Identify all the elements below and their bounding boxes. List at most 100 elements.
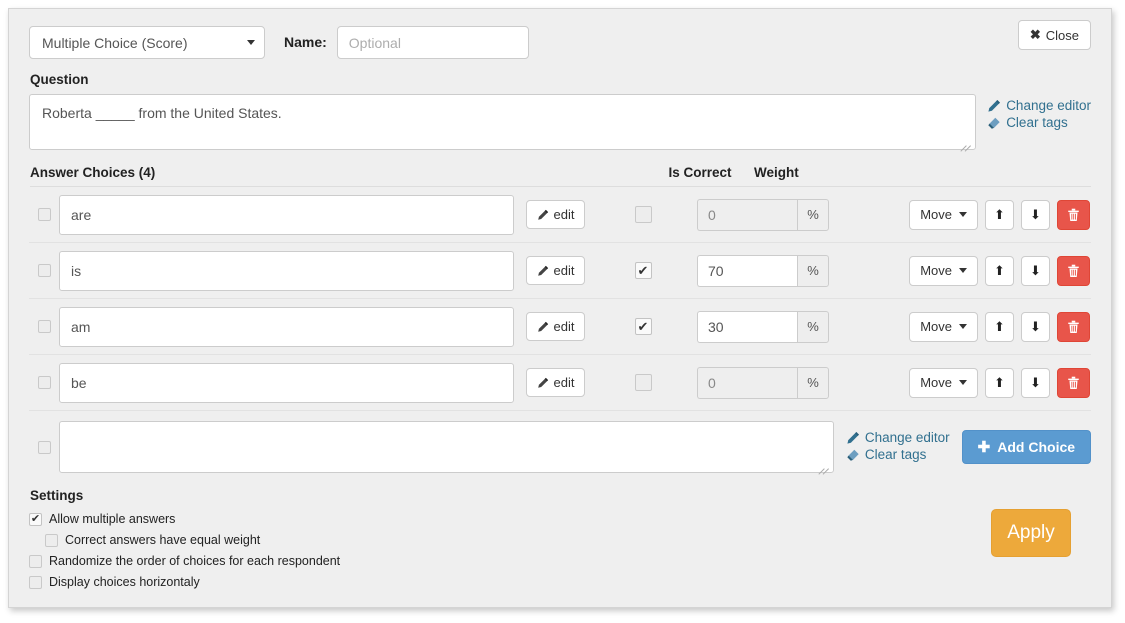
- chevron-down-icon: [959, 212, 967, 217]
- move-up-button[interactable]: ⬆: [985, 367, 1014, 398]
- delete-choice-button[interactable]: [1057, 199, 1090, 230]
- row-actions: Move ⬆ ⬇: [909, 199, 1091, 230]
- add-choice-change-editor-link[interactable]: Change editor: [846, 430, 950, 445]
- setting-checkbox[interactable]: [45, 533, 58, 547]
- answer-text-input[interactable]: [59, 250, 514, 291]
- new-choice-textarea[interactable]: [59, 421, 834, 473]
- arrow-down-icon: ⬇: [1030, 206, 1041, 222]
- move-down-button[interactable]: ⬇: [1021, 255, 1050, 286]
- chevron-down-icon: [959, 324, 967, 329]
- name-input[interactable]: [336, 26, 529, 59]
- question-change-editor-link[interactable]: Change editor: [987, 98, 1091, 113]
- setting-checkbox[interactable]: [29, 554, 42, 568]
- is-correct-cell: [597, 374, 689, 391]
- pencil-icon: [537, 265, 548, 276]
- setting-checkbox[interactable]: ✔: [29, 512, 42, 526]
- setting-item[interactable]: Display choices horizontaly: [29, 575, 1091, 589]
- name-label: Name:: [284, 34, 327, 50]
- pencil-icon: [537, 321, 548, 332]
- apply-button[interactable]: Apply: [991, 509, 1071, 557]
- resize-grip-icon[interactable]: [821, 461, 831, 471]
- close-button[interactable]: ✖ Close: [1017, 20, 1091, 50]
- column-header-is-correct: Is Correct: [668, 165, 732, 180]
- weight-input[interactable]: [697, 198, 797, 231]
- percent-addon: %: [797, 254, 829, 287]
- resize-grip-icon[interactable]: [963, 138, 973, 148]
- setting-item[interactable]: Correct answers have equal weight: [45, 533, 1091, 547]
- pencil-icon: [988, 99, 1001, 112]
- settings-title: Settings: [30, 488, 84, 503]
- move-dropdown-button[interactable]: Move: [909, 199, 978, 230]
- edit-choice-button[interactable]: edit: [525, 200, 586, 229]
- setting-item[interactable]: Randomize the order of choices for each …: [29, 554, 1091, 568]
- edit-choice-button[interactable]: edit: [525, 312, 586, 341]
- row-select-checkbox[interactable]: [37, 208, 51, 221]
- answer-text-input[interactable]: [59, 194, 514, 235]
- move-up-button[interactable]: ⬆: [985, 255, 1014, 286]
- percent-addon: %: [797, 310, 829, 343]
- is-correct-cell: [597, 206, 689, 223]
- row-select-cell: [29, 320, 59, 333]
- trash-icon: [1068, 264, 1079, 277]
- weight-cell: %: [689, 366, 839, 399]
- delete-choice-button[interactable]: [1057, 255, 1090, 286]
- add-choice-editor-links: Change editor Clear tags: [846, 430, 950, 464]
- delete-choice-button[interactable]: [1057, 367, 1090, 398]
- is-correct-checkbox[interactable]: ✔: [634, 262, 652, 279]
- weight-input[interactable]: [697, 310, 797, 343]
- move-down-button[interactable]: ⬇: [1021, 199, 1050, 230]
- question-type-select[interactable]: Multiple Choice (Score): [29, 26, 265, 59]
- arrow-down-icon: ⬇: [1030, 374, 1041, 390]
- answer-text-input[interactable]: [59, 306, 514, 347]
- move-dropdown-button[interactable]: Move: [909, 367, 978, 398]
- edit-choice-button[interactable]: edit: [525, 368, 586, 397]
- move-down-button[interactable]: ⬇: [1021, 367, 1050, 398]
- is-correct-checkbox[interactable]: [634, 206, 652, 223]
- eraser-icon: [847, 449, 859, 461]
- question-editor-links: Change editor Clear tags: [987, 94, 1091, 132]
- edit-choice-label: edit: [553, 207, 575, 222]
- row-actions: Move ⬆ ⬇: [909, 311, 1091, 342]
- column-header-weight: Weight: [754, 165, 799, 180]
- weight-cell: %: [689, 198, 839, 231]
- question-type-value: Multiple Choice (Score): [42, 34, 188, 51]
- is-correct-cell: ✔: [597, 262, 689, 279]
- row-select-checkbox[interactable]: [37, 264, 51, 277]
- add-choice-button[interactable]: ✚ Add Choice: [961, 430, 1092, 464]
- add-choice-change-editor-label: Change editor: [864, 430, 950, 445]
- weight-input[interactable]: [697, 254, 797, 287]
- move-down-button[interactable]: ⬇: [1021, 311, 1050, 342]
- is-correct-cell: ✔: [597, 318, 689, 335]
- is-correct-checkbox[interactable]: [634, 374, 652, 391]
- question-row: Roberta _____ from the United States. Ch…: [29, 94, 1091, 150]
- trash-icon: [1068, 320, 1079, 333]
- table-row: edit ✔ % Move ⬆ ⬇: [29, 243, 1091, 299]
- question-clear-tags-link[interactable]: Clear tags: [987, 115, 1091, 130]
- add-choice-clear-tags-link[interactable]: Clear tags: [846, 447, 950, 462]
- row-select-checkbox[interactable]: [37, 320, 51, 333]
- question-section-title: Question: [30, 72, 89, 87]
- answer-text-input[interactable]: [59, 362, 514, 403]
- move-up-button[interactable]: ⬆: [985, 199, 1014, 230]
- settings-section: Settings ✔ Allow multiple answers Correc…: [29, 488, 1091, 589]
- edit-cell: edit: [514, 200, 597, 229]
- table-row: edit % Move ⬆ ⬇: [29, 187, 1091, 243]
- row-select-cell: [29, 264, 59, 277]
- delete-choice-button[interactable]: [1057, 311, 1090, 342]
- move-up-button[interactable]: ⬆: [985, 311, 1014, 342]
- move-label: Move: [920, 263, 952, 278]
- move-dropdown-button[interactable]: Move: [909, 311, 978, 342]
- row-select-checkbox[interactable]: [37, 376, 51, 389]
- weight-input[interactable]: [697, 366, 797, 399]
- add-choice-select-checkbox[interactable]: [37, 440, 51, 454]
- move-dropdown-button[interactable]: Move: [909, 255, 978, 286]
- edit-choice-button[interactable]: edit: [525, 256, 586, 285]
- table-row: edit % Move ⬆ ⬇: [29, 355, 1091, 411]
- setting-checkbox[interactable]: [29, 575, 42, 589]
- question-text-editor[interactable]: Roberta _____ from the United States.: [29, 94, 977, 150]
- row-select-cell: [29, 376, 59, 389]
- setting-item[interactable]: ✔ Allow multiple answers: [29, 512, 1091, 526]
- pencil-icon: [847, 431, 859, 444]
- is-correct-checkbox[interactable]: ✔: [634, 318, 652, 335]
- choices-header: Answer Choices (4) Is Correct Weight: [30, 165, 1091, 187]
